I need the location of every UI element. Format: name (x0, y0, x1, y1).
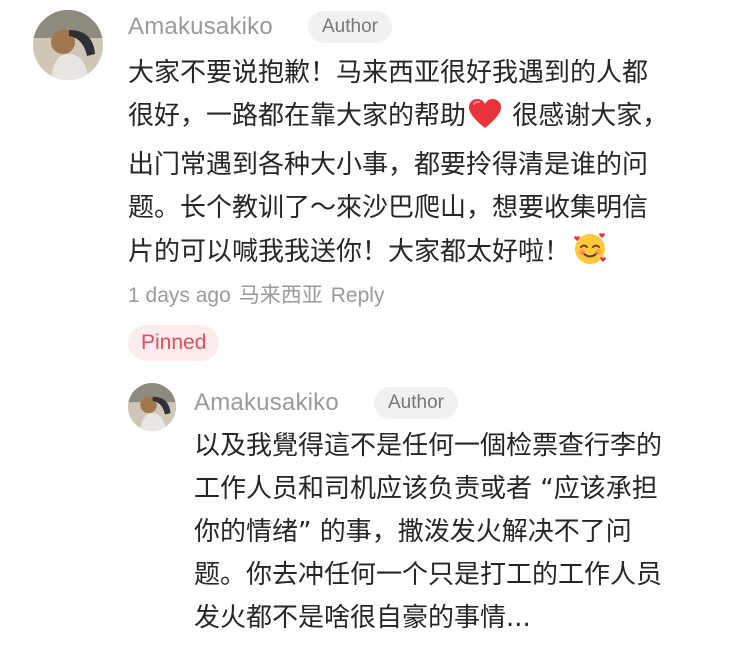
reply-button[interactable]: Reply (331, 284, 385, 307)
comment-fragment: 片的可以喊我我送你！大家都太好啦！ (128, 237, 571, 267)
comment-line: 题。长个教训了～來沙巴爬山，想要收集明信 (128, 193, 649, 223)
red-heart-icon (468, 98, 502, 144)
comment-line: 片的可以喊我我送你！大家都太好啦！ (128, 230, 668, 280)
avatar[interactable] (128, 383, 176, 431)
comment-meta: 1 days ago 马来西亚 Reply (128, 282, 392, 310)
avatar-photo (33, 10, 103, 80)
comment-author[interactable]: Amakusakiko (128, 12, 273, 42)
comment-line: 大家不要说抱歉！马来西亚很好我遇到的人都 (128, 58, 649, 88)
comment-line: 你的情绪” 的事，撒泼发火解决不了问 (194, 517, 632, 547)
comment-line: 发火都不是啥很自豪的事情... (194, 603, 531, 633)
comment-time: 1 days ago (128, 284, 231, 307)
comment-author[interactable]: Amakusakiko (194, 388, 339, 418)
avatar-photo (128, 383, 176, 431)
avatar[interactable] (33, 10, 103, 80)
author-badge: Author (374, 387, 458, 419)
comment-text: 大家不要说抱歉！马来西亚很好我遇到的人都 很好，一路都在靠大家的帮助 很感谢大家… (128, 52, 668, 280)
comment-text: 以及我覺得這不是任何一個检票查行李的 工作人员和司机应该负责或者 “应该承担 你… (194, 425, 662, 640)
comment-line: 工作人员和司机应该负责或者 “应该承担 (194, 474, 658, 504)
comment-location: 马来西亚 (238, 284, 323, 307)
author-badge: Author (308, 11, 392, 43)
comment-line: 题。你去冲任何一个只是打工的工作人员 (194, 560, 663, 590)
comment-line: 出门常遇到各种大小事，都要拎得清是谁的问 (128, 150, 649, 180)
comment-fragment: 很好，一路都在靠大家的帮助 (128, 101, 467, 131)
comment-line: 以及我覺得這不是任何一個检票查行李的 (194, 431, 663, 461)
pinned-badge: Pinned (128, 325, 220, 361)
comment-fragment: 很感谢大家， (512, 101, 669, 131)
comment-line: 很好，一路都在靠大家的帮助 很感谢大家， (128, 95, 668, 144)
smiling-face-with-hearts-icon (572, 230, 608, 280)
